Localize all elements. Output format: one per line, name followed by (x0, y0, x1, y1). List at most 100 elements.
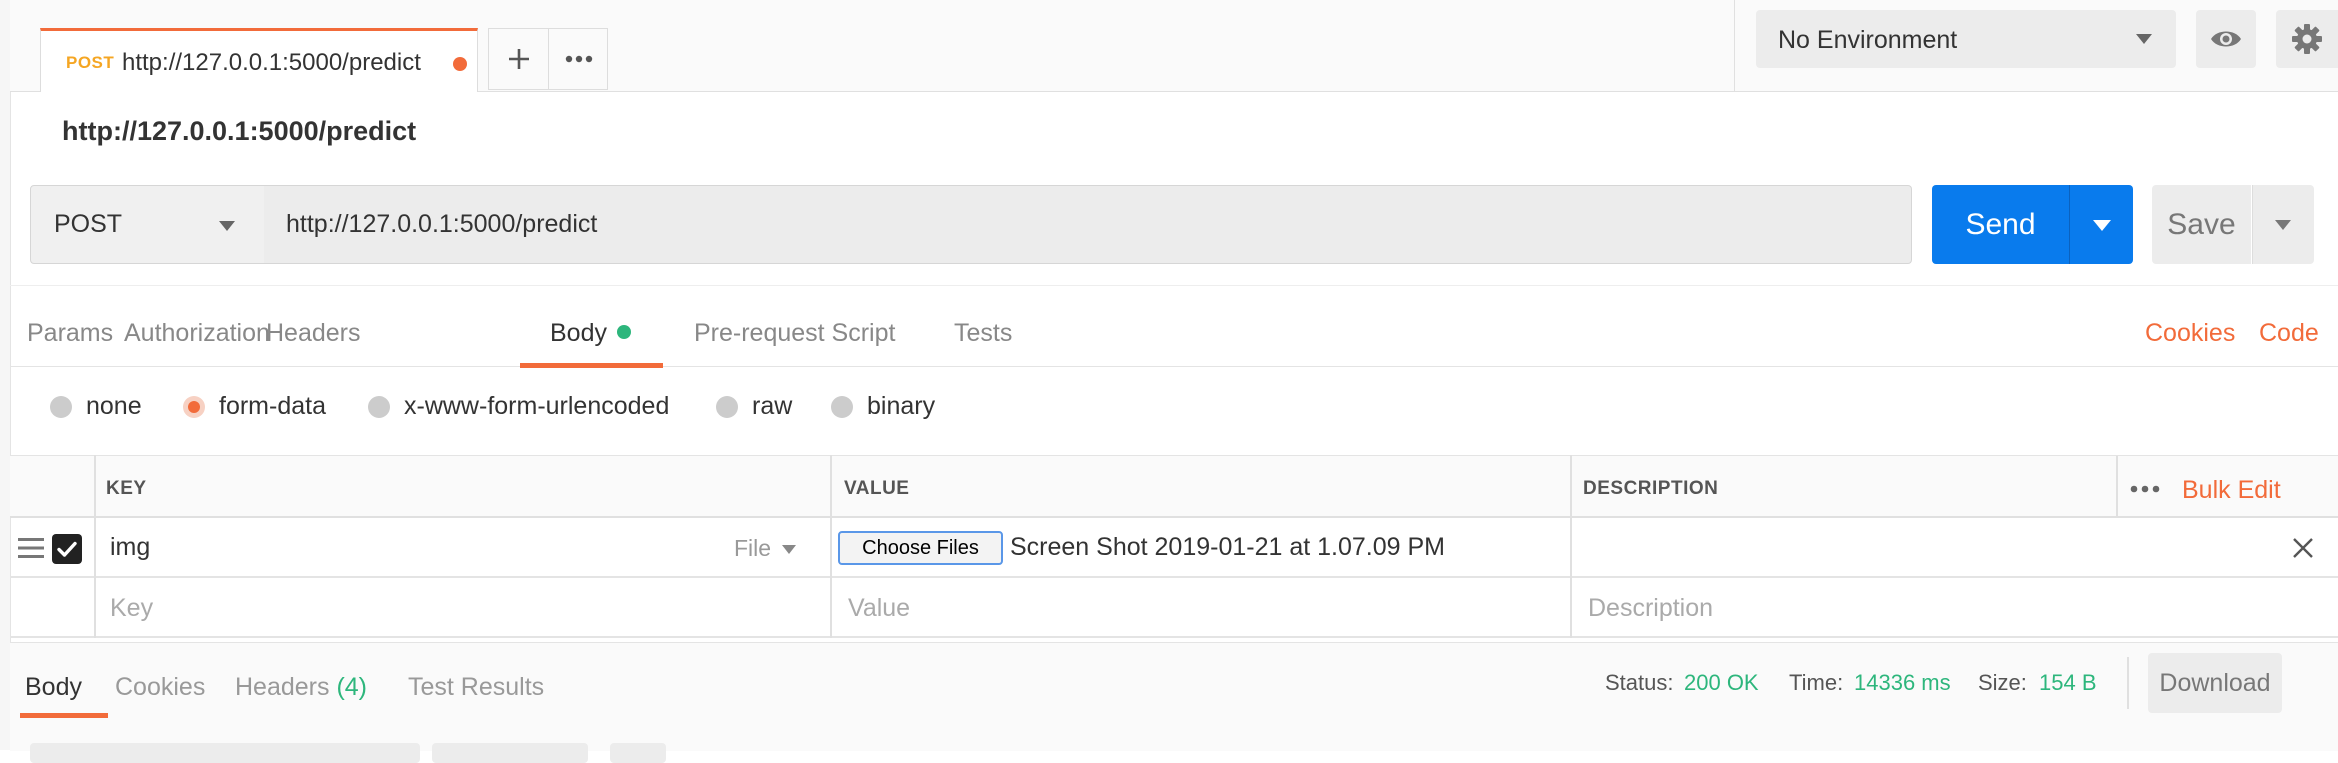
save-button[interactable]: Save (2152, 185, 2251, 264)
tab-title: http://127.0.0.1:5000/predict (122, 49, 421, 76)
bulk-edit-link[interactable]: Bulk Edit (2182, 476, 2281, 505)
send-options-button[interactable] (2069, 185, 2133, 264)
eye-icon (2211, 31, 2241, 47)
method-select[interactable]: POST (30, 185, 265, 264)
tab-params[interactable]: Params (27, 319, 113, 348)
settings-button[interactable] (2276, 10, 2338, 68)
response-bar: Body Cookies Headers (4) Test Results St… (10, 642, 2338, 763)
wrap-lines-button[interactable] (610, 743, 666, 763)
chevron-down-icon (2136, 34, 2152, 44)
radio-label: none (86, 392, 142, 420)
response-tab-cookies[interactable]: Cookies (115, 673, 205, 702)
cookies-link[interactable]: Cookies (2145, 319, 2235, 348)
environment-quick-look-button[interactable] (2196, 10, 2256, 68)
size-label: Size: (1978, 670, 2027, 695)
time-value: 14336 ms (1854, 670, 1951, 695)
chevron-down-icon (219, 221, 235, 231)
response-view-select[interactable] (432, 743, 588, 763)
selected-file-name: Screen Shot 2019-01-21 at 1.07.09 PM (1010, 533, 1446, 561)
body-type-urlencoded[interactable]: x-www-form-urlencoded (368, 392, 669, 421)
status-value: 200 OK (1684, 670, 1759, 695)
environment-label: No Environment (1778, 26, 1958, 54)
table-row: img File Choose Files Screen Shot 2019-0… (10, 518, 2338, 578)
method-label: POST (54, 210, 123, 238)
tab-method-badge: POST (66, 53, 115, 72)
column-divider (94, 455, 96, 638)
url-text: http://127.0.0.1:5000/predict (286, 210, 598, 238)
headers-count: (4) (336, 673, 368, 701)
new-tab-button[interactable] (489, 29, 549, 89)
body-type-binary[interactable]: binary (831, 392, 935, 421)
close-icon (2293, 538, 2313, 558)
request-name: http://127.0.0.1:5000/predict (62, 116, 417, 146)
radio-icon (716, 395, 738, 418)
gear-icon (2292, 24, 2322, 54)
column-header-value: VALUE (844, 478, 910, 499)
table-row-new: Key Value Description (10, 578, 2338, 638)
radio-label: form-data (219, 392, 326, 420)
form-data-table: KEY VALUE DESCRIPTION Bulk Edit img File… (10, 455, 2338, 638)
ellipsis-icon (565, 55, 592, 63)
divider (2127, 657, 2129, 709)
radio-label: binary (867, 392, 936, 420)
plus-icon (508, 49, 529, 69)
new-value-input[interactable]: Value (848, 594, 910, 623)
drag-handle-icon[interactable] (18, 537, 44, 559)
body-type-none[interactable]: none (50, 392, 142, 421)
new-key-input[interactable]: Key (110, 594, 153, 623)
download-button[interactable]: Download (2148, 653, 2282, 713)
tab-more-button[interactable] (549, 29, 608, 89)
checkmark-icon (57, 541, 77, 557)
column-header-key: KEY (106, 478, 147, 499)
ellipsis-icon (2130, 485, 2160, 493)
delete-row-button[interactable] (2292, 529, 2314, 568)
environment-select[interactable]: No Environment (1756, 10, 2176, 68)
url-input[interactable]: http://127.0.0.1:5000/predict (264, 185, 1912, 264)
response-tab-test-results[interactable]: Test Results (408, 673, 544, 702)
tab-pre-request-script[interactable]: Pre-request Script (694, 319, 895, 348)
column-divider (2116, 456, 2118, 517)
choose-files-button[interactable]: Choose Files (838, 531, 1003, 565)
column-divider (1570, 455, 1572, 638)
radio-label: x-www-form-urlencoded (404, 392, 670, 420)
column-divider (830, 455, 832, 638)
save-options-button[interactable] (2252, 185, 2314, 264)
radio-label: raw (752, 392, 793, 420)
tab-authorization[interactable]: Authorization (124, 319, 270, 348)
response-format-select[interactable] (30, 743, 420, 763)
table-header-row: KEY VALUE DESCRIPTION Bulk Edit (10, 455, 2338, 518)
body-type-raw[interactable]: raw (716, 392, 792, 421)
tab-body[interactable]: Body (550, 319, 631, 348)
request-tab[interactable]: POST http://127.0.0.1:5000/predict (40, 28, 478, 92)
unsaved-dot-icon (453, 57, 467, 71)
column-header-description: DESCRIPTION (1583, 478, 1719, 499)
time-label: Time: (1789, 670, 1844, 695)
body-type-form-data[interactable]: form-data (183, 392, 326, 421)
param-type-select[interactable]: File (734, 535, 771, 562)
send-button[interactable]: Send (1932, 185, 2069, 264)
response-tab-body[interactable]: Body (25, 673, 82, 702)
chevron-down-icon (2275, 220, 2291, 230)
size-value: 154 B (2039, 670, 2097, 695)
tab-headers[interactable]: Headers (266, 319, 361, 348)
status-label: Status: (1605, 670, 1674, 695)
tab-actions (488, 28, 608, 90)
active-tab-underline (520, 363, 663, 368)
table-more-button[interactable] (2130, 480, 2160, 498)
radio-selected-icon (183, 395, 205, 418)
radio-icon (831, 395, 853, 418)
code-link[interactable]: Code (2259, 319, 2319, 348)
row-enabled-checkbox[interactable] (52, 534, 82, 564)
request-tabs: Params Authorization Headers Body Pre-re… (10, 285, 2338, 368)
chevron-down-icon (782, 545, 796, 554)
tab-tests[interactable]: Tests (954, 319, 1012, 348)
tab-body-label: Body (550, 319, 607, 347)
active-tab-underline (20, 713, 108, 718)
chevron-down-icon (2093, 220, 2111, 231)
radio-icon (368, 395, 390, 418)
response-tab-headers[interactable]: Headers (4) (235, 673, 367, 702)
tab-strip: POST http://127.0.0.1:5000/predict (10, 0, 1734, 92)
new-description-input[interactable]: Description (1588, 594, 1713, 623)
radio-icon (50, 395, 72, 418)
param-key[interactable]: img (110, 533, 150, 562)
